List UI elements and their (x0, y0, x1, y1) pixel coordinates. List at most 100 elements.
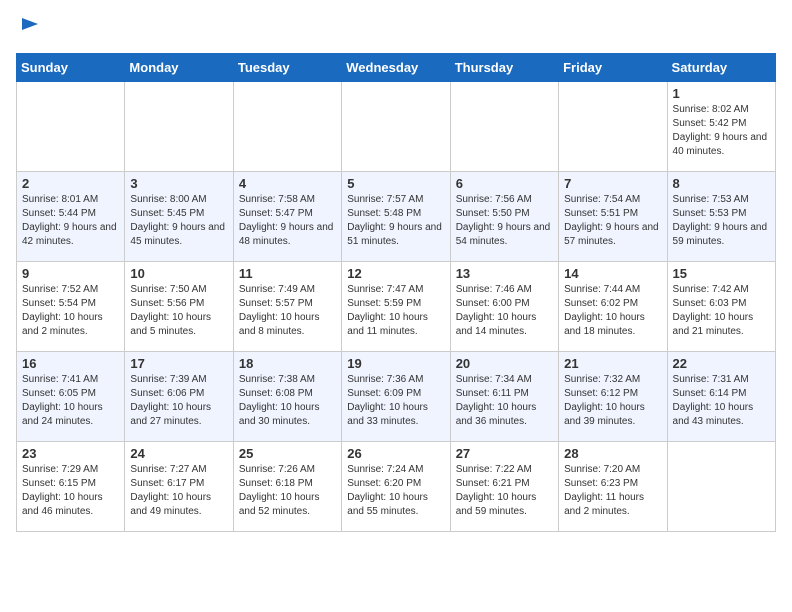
calendar-cell: 18 Sunrise: 7:38 AM Sunset: 6:08 PM Dayli… (233, 352, 341, 442)
day-number: 4 (239, 176, 336, 191)
day-number: 13 (456, 266, 553, 281)
weekday-header: Sunday (17, 54, 125, 82)
calendar-cell: 9 Sunrise: 7:52 AM Sunset: 5:54 PM Daylig… (17, 262, 125, 352)
calendar-cell: 8Sunrise: 7:53 AM Sunset: 5:53 PM Daylig… (667, 172, 775, 262)
day-number: 7 (564, 176, 661, 191)
day-number: 12 (347, 266, 444, 281)
day-number: 27 (456, 446, 553, 461)
day-number: 19 (347, 356, 444, 371)
calendar-cell: 20 Sunrise: 7:34 AM Sunset: 6:11 PM Dayli… (450, 352, 558, 442)
day-info: Sunrise: 7:44 AM Sunset: 6:02 PM Dayligh… (564, 283, 661, 339)
day-number: 15 (673, 266, 770, 281)
calendar-cell: 10 Sunrise: 7:50 AM Sunset: 5:56 PM Dayli… (125, 262, 233, 352)
calendar-cell (125, 82, 233, 172)
day-info: Sunrise: 7:54 AM Sunset: 5:51 PM Dayligh… (564, 193, 661, 249)
calendar-cell: 2Sunrise: 8:01 AM Sunset: 5:44 PM Daylig… (17, 172, 125, 262)
day-info: Sunrise: 7:36 AM Sunset: 6:09 PM Dayligh… (347, 373, 444, 429)
day-info: Sunrise: 8:00 AM Sunset: 5:45 PM Dayligh… (130, 193, 227, 249)
day-info: Sunrise: 7:49 AM Sunset: 5:57 PM Dayligh… (239, 283, 336, 339)
weekday-header: Thursday (450, 54, 558, 82)
logo (16, 16, 42, 45)
calendar-table: SundayMondayTuesdayWednesdayThursdayFrid… (16, 53, 776, 532)
day-number: 3 (130, 176, 227, 191)
calendar-cell (17, 82, 125, 172)
calendar-week-row: 2Sunrise: 8:01 AM Sunset: 5:44 PM Daylig… (17, 172, 776, 262)
day-number: 28 (564, 446, 661, 461)
calendar-cell: 3 Sunrise: 8:00 AM Sunset: 5:45 PM Daylig… (125, 172, 233, 262)
calendar-cell: 12 Sunrise: 7:47 AM Sunset: 5:59 PM Dayli… (342, 262, 450, 352)
calendar-cell: 1Sunrise: 8:02 AM Sunset: 5:42 PM Daylig… (667, 82, 775, 172)
day-info: Sunrise: 7:24 AM Sunset: 6:20 PM Dayligh… (347, 463, 444, 519)
day-info: Sunrise: 7:20 AM Sunset: 6:23 PM Dayligh… (564, 463, 661, 519)
calendar-cell: 27 Sunrise: 7:22 AM Sunset: 6:21 PM Dayli… (450, 442, 558, 532)
day-info: Sunrise: 7:34 AM Sunset: 6:11 PM Dayligh… (456, 373, 553, 429)
day-number: 18 (239, 356, 336, 371)
weekday-header: Friday (559, 54, 667, 82)
day-number: 5 (347, 176, 444, 191)
weekday-header: Wednesday (342, 54, 450, 82)
weekday-header: Monday (125, 54, 233, 82)
day-number: 22 (673, 356, 770, 371)
page-header (16, 16, 776, 45)
day-number: 10 (130, 266, 227, 281)
calendar-cell: 11 Sunrise: 7:49 AM Sunset: 5:57 PM Dayli… (233, 262, 341, 352)
calendar-cell: 17 Sunrise: 7:39 AM Sunset: 6:06 PM Dayli… (125, 352, 233, 442)
day-info: Sunrise: 7:31 AM Sunset: 6:14 PM Dayligh… (673, 373, 770, 429)
calendar-week-row: 23 Sunrise: 7:29 AM Sunset: 6:15 PM Dayli… (17, 442, 776, 532)
day-number: 9 (22, 266, 119, 281)
calendar-cell: 16 Sunrise: 7:41 AM Sunset: 6:05 PM Dayli… (17, 352, 125, 442)
day-info: Sunrise: 7:39 AM Sunset: 6:06 PM Dayligh… (130, 373, 227, 429)
calendar-cell: 25 Sunrise: 7:26 AM Sunset: 6:18 PM Dayli… (233, 442, 341, 532)
calendar-cell: 22 Sunrise: 7:31 AM Sunset: 6:14 PM Dayli… (667, 352, 775, 442)
day-number: 16 (22, 356, 119, 371)
day-number: 20 (456, 356, 553, 371)
calendar-cell: 4 Sunrise: 7:58 AM Sunset: 5:47 PM Daylig… (233, 172, 341, 262)
day-info: Sunrise: 7:58 AM Sunset: 5:47 PM Dayligh… (239, 193, 336, 249)
day-number: 6 (456, 176, 553, 191)
day-info: Sunrise: 8:01 AM Sunset: 5:44 PM Dayligh… (22, 193, 119, 249)
day-number: 26 (347, 446, 444, 461)
day-info: Sunrise: 7:50 AM Sunset: 5:56 PM Dayligh… (130, 283, 227, 339)
calendar-cell: 28 Sunrise: 7:20 AM Sunset: 6:23 PM Dayli… (559, 442, 667, 532)
day-info: Sunrise: 7:42 AM Sunset: 6:03 PM Dayligh… (673, 283, 770, 339)
day-number: 23 (22, 446, 119, 461)
day-info: Sunrise: 7:38 AM Sunset: 6:08 PM Dayligh… (239, 373, 336, 429)
calendar-week-row: 1Sunrise: 8:02 AM Sunset: 5:42 PM Daylig… (17, 82, 776, 172)
calendar-cell: 14 Sunrise: 7:44 AM Sunset: 6:02 PM Dayli… (559, 262, 667, 352)
calendar-cell (342, 82, 450, 172)
day-number: 25 (239, 446, 336, 461)
day-info: Sunrise: 7:47 AM Sunset: 5:59 PM Dayligh… (347, 283, 444, 339)
day-info: Sunrise: 7:32 AM Sunset: 6:12 PM Dayligh… (564, 373, 661, 429)
day-info: Sunrise: 7:41 AM Sunset: 6:05 PM Dayligh… (22, 373, 119, 429)
day-number: 11 (239, 266, 336, 281)
calendar-cell: 19 Sunrise: 7:36 AM Sunset: 6:09 PM Dayli… (342, 352, 450, 442)
day-info: Sunrise: 7:57 AM Sunset: 5:48 PM Dayligh… (347, 193, 444, 249)
calendar-cell (667, 442, 775, 532)
calendar-week-row: 16 Sunrise: 7:41 AM Sunset: 6:05 PM Dayli… (17, 352, 776, 442)
calendar-cell: 6Sunrise: 7:56 AM Sunset: 5:50 PM Daylig… (450, 172, 558, 262)
calendar-cell: 5 Sunrise: 7:57 AM Sunset: 5:48 PM Daylig… (342, 172, 450, 262)
calendar-cell: 13 Sunrise: 7:46 AM Sunset: 6:00 PM Dayli… (450, 262, 558, 352)
calendar-cell (450, 82, 558, 172)
calendar-cell (559, 82, 667, 172)
day-number: 17 (130, 356, 227, 371)
logo-flag-icon (18, 16, 42, 40)
day-info: Sunrise: 7:22 AM Sunset: 6:21 PM Dayligh… (456, 463, 553, 519)
day-number: 14 (564, 266, 661, 281)
day-info: Sunrise: 8:02 AM Sunset: 5:42 PM Dayligh… (673, 103, 770, 159)
calendar-cell: 21 Sunrise: 7:32 AM Sunset: 6:12 PM Dayli… (559, 352, 667, 442)
day-info: Sunrise: 7:29 AM Sunset: 6:15 PM Dayligh… (22, 463, 119, 519)
calendar-week-row: 9 Sunrise: 7:52 AM Sunset: 5:54 PM Daylig… (17, 262, 776, 352)
day-info: Sunrise: 7:27 AM Sunset: 6:17 PM Dayligh… (130, 463, 227, 519)
weekday-header: Tuesday (233, 54, 341, 82)
day-info: Sunrise: 7:52 AM Sunset: 5:54 PM Dayligh… (22, 283, 119, 339)
calendar-cell: 7 Sunrise: 7:54 AM Sunset: 5:51 PM Daylig… (559, 172, 667, 262)
day-number: 21 (564, 356, 661, 371)
day-info: Sunrise: 7:26 AM Sunset: 6:18 PM Dayligh… (239, 463, 336, 519)
day-info: Sunrise: 7:46 AM Sunset: 6:00 PM Dayligh… (456, 283, 553, 339)
calendar-cell: 15 Sunrise: 7:42 AM Sunset: 6:03 PM Dayli… (667, 262, 775, 352)
day-info: Sunrise: 7:53 AM Sunset: 5:53 PM Dayligh… (673, 193, 770, 249)
calendar-cell (233, 82, 341, 172)
calendar-header-row: SundayMondayTuesdayWednesdayThursdayFrid… (17, 54, 776, 82)
weekday-header: Saturday (667, 54, 775, 82)
